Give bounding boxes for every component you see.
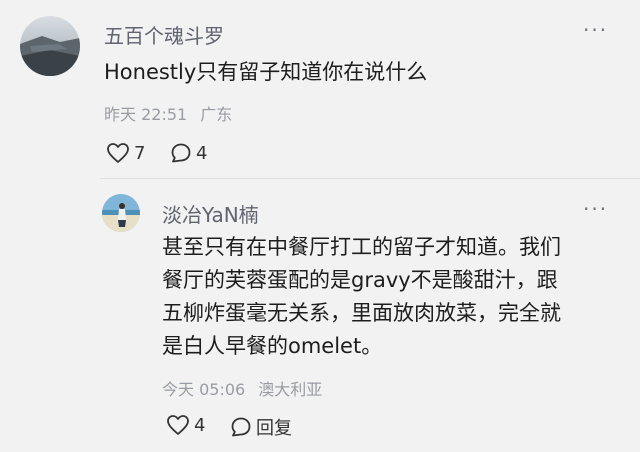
like-button[interactable]: 7	[106, 142, 145, 164]
avatar[interactable]	[20, 16, 80, 76]
reply-content-line: 五柳炸蛋毫无关系，里面放肉放菜，完全就	[162, 301, 561, 325]
reply-button-label: 回复	[256, 418, 292, 439]
divider	[100, 178, 640, 179]
reply-count: 4	[196, 142, 208, 164]
like-count: 7	[134, 142, 146, 164]
reply-content: 甚至只有在中餐厅打工的留子才知道。我们 餐厅的芙蓉蛋配的是gravy不是酸甜汁，…	[162, 231, 561, 363]
comment-bubble-icon	[170, 142, 192, 164]
more-dots-icon[interactable]: ···	[583, 197, 608, 221]
comment-username[interactable]: 五百个魂斗罗	[104, 20, 224, 49]
reply-button[interactable]: 回复	[230, 414, 292, 440]
reply-location: 澳大利亚	[258, 380, 323, 399]
reply-meta: 今天 05:06 澳大利亚	[162, 376, 322, 400]
reply-time: 今天 05:06	[162, 380, 246, 399]
more-dots-icon[interactable]: ···	[583, 18, 608, 42]
reply-avatar[interactable]	[102, 194, 140, 232]
heart-outline-icon	[106, 142, 130, 164]
reply-content-line: 餐厅的芙蓉蛋配的是gravy不是酸甜汁，跟	[162, 268, 558, 292]
reply-content-line: 甚至只有在中餐厅打工的留子才知道。我们	[162, 235, 561, 259]
reply-like-button[interactable]: 4	[166, 414, 205, 436]
comment-location: 广东	[200, 105, 233, 124]
heart-outline-icon	[166, 414, 190, 436]
comment-meta: 昨天 22:51 广东	[104, 101, 232, 125]
comment-content: Honestly只有留子知道你在说什么	[104, 60, 428, 84]
reply-like-count: 4	[194, 414, 206, 436]
reply-username[interactable]: 淡冶YaN楠	[162, 199, 259, 228]
comment-button[interactable]: 4	[170, 142, 207, 164]
reply-content-line: 是白人早餐的omelet。	[162, 334, 383, 358]
comment-bubble-icon	[230, 416, 252, 438]
comment-time: 昨天 22:51	[104, 105, 188, 124]
